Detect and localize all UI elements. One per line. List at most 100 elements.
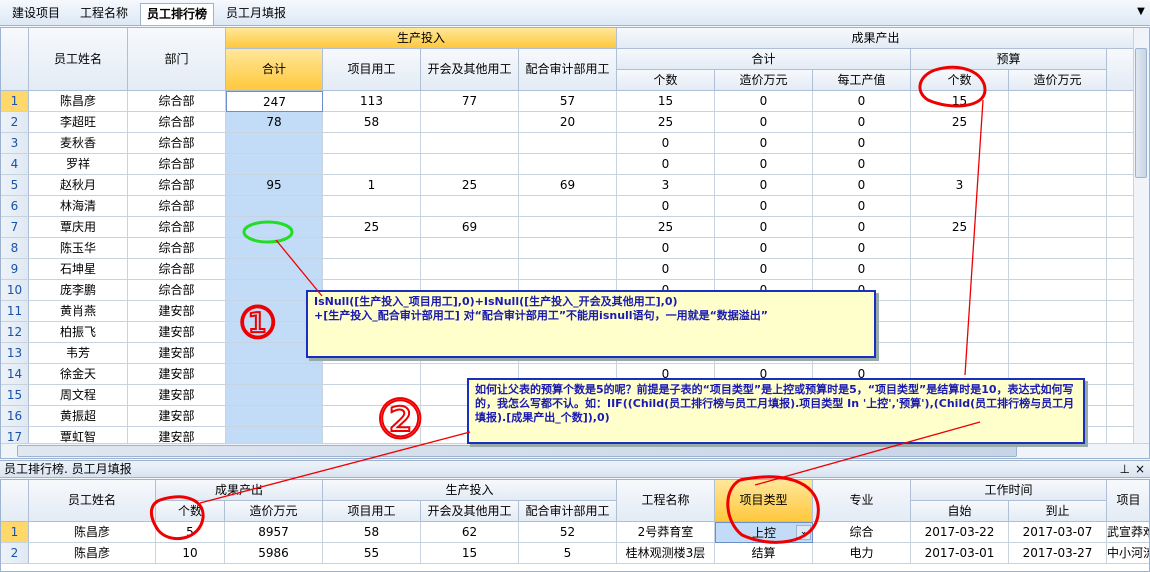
cell-per[interactable]: 0 xyxy=(813,91,911,112)
cell-bcnt[interactable]: 15 xyxy=(911,91,1009,112)
detail-cell-start[interactable]: 2017-03-01 xyxy=(911,543,1009,564)
cell-proj[interactable] xyxy=(323,406,421,427)
cell-cnt[interactable]: 0 xyxy=(617,133,715,154)
row-number[interactable]: 13 xyxy=(1,343,29,364)
row-number[interactable]: 11 xyxy=(1,301,29,322)
cell-dept[interactable]: 综合部 xyxy=(128,217,226,238)
cell-name[interactable]: 覃庆用 xyxy=(29,217,128,238)
cell-proj[interactable] xyxy=(323,364,421,385)
cell-bcost[interactable] xyxy=(1009,217,1107,238)
cell-bcnt[interactable] xyxy=(911,133,1009,154)
cell-per[interactable]: 0 xyxy=(813,133,911,154)
cell-total[interactable] xyxy=(226,364,323,385)
cell-cost[interactable]: 0 xyxy=(715,175,813,196)
cell-meet[interactable] xyxy=(421,196,519,217)
horizontal-scroll-thumb[interactable] xyxy=(17,445,1017,457)
detail-cell-cost[interactable]: 8957 xyxy=(225,522,323,543)
vertical-scroll-thumb[interactable] xyxy=(1135,48,1147,178)
pin-icon[interactable]: ⊥ xyxy=(1120,461,1130,477)
cell-name[interactable]: 石坤星 xyxy=(29,259,128,280)
cell-proj[interactable] xyxy=(323,196,421,217)
row-number[interactable]: 6 xyxy=(1,196,29,217)
cell-bcost[interactable] xyxy=(1009,91,1107,112)
cell-per[interactable]: 0 xyxy=(813,259,911,280)
cell-audit[interactable] xyxy=(519,196,617,217)
cell-proj[interactable] xyxy=(323,259,421,280)
cell-total[interactable] xyxy=(226,406,323,427)
row-number[interactable]: 3 xyxy=(1,133,29,154)
vertical-scrollbar[interactable] xyxy=(1133,28,1149,443)
cell-audit[interactable]: 20 xyxy=(519,112,617,133)
tab-employee-monthly[interactable]: 员工月填报 xyxy=(220,3,292,25)
cell-dept[interactable]: 综合部 xyxy=(128,280,226,301)
row-number[interactable]: 4 xyxy=(1,154,29,175)
detail-row-number[interactable]: 1 xyxy=(1,522,29,543)
cell-dept[interactable]: 建安部 xyxy=(128,406,226,427)
cell-bcnt[interactable] xyxy=(911,343,1009,364)
cell-total[interactable]: 95 xyxy=(226,175,323,196)
cell-cost[interactable]: 0 xyxy=(715,91,813,112)
cell-name[interactable]: 陈昌彦 xyxy=(29,91,128,112)
cell-total[interactable] xyxy=(226,196,323,217)
row-number[interactable]: 9 xyxy=(1,259,29,280)
cell-dept[interactable]: 综合部 xyxy=(128,91,226,112)
cell-total[interactable] xyxy=(226,217,323,238)
cell-per[interactable]: 0 xyxy=(813,154,911,175)
detail-cell-proj[interactable]: 58 xyxy=(323,522,421,543)
cell-meet[interactable] xyxy=(421,133,519,154)
cell-audit[interactable] xyxy=(519,154,617,175)
tab-employee-ranking[interactable]: 员工排行榜 xyxy=(140,3,215,25)
cell-audit[interactable] xyxy=(519,238,617,259)
cell-dept[interactable]: 建安部 xyxy=(128,364,226,385)
cell-total[interactable]: 247 xyxy=(226,91,323,112)
detail-cell-name[interactable]: 陈昌彦 xyxy=(29,543,156,564)
cell-per[interactable]: 0 xyxy=(813,238,911,259)
cell-dept[interactable]: 综合部 xyxy=(128,133,226,154)
cell-name[interactable]: 罗祥 xyxy=(29,154,128,175)
detail-cell-pname[interactable]: 2号莽育室 xyxy=(617,522,715,543)
cell-proj[interactable] xyxy=(323,133,421,154)
cell-dept[interactable]: 建安部 xyxy=(128,385,226,406)
cell-cost[interactable]: 0 xyxy=(715,238,813,259)
cell-meet[interactable]: 69 xyxy=(421,217,519,238)
cell-per[interactable]: 0 xyxy=(813,196,911,217)
detail-cell-extra[interactable]: 中小河流 xyxy=(1107,543,1149,564)
project-type-combo[interactable]: 上控 ⌄ xyxy=(715,522,813,543)
row-number[interactable]: 10 xyxy=(1,280,29,301)
detail-cell-spec[interactable]: 电力 xyxy=(813,543,911,564)
detail-cell-ptype[interactable]: 结算 xyxy=(715,543,813,564)
cell-dept[interactable]: 综合部 xyxy=(128,196,226,217)
row-number[interactable]: 5 xyxy=(1,175,29,196)
cell-total[interactable] xyxy=(226,154,323,175)
detail-cell-end[interactable]: 2017-03-07 xyxy=(1009,522,1107,543)
cell-bcnt[interactable] xyxy=(911,154,1009,175)
cell-name[interactable]: 徐金天 xyxy=(29,364,128,385)
cell-proj[interactable] xyxy=(323,238,421,259)
detail-cell-cnt[interactable]: 10 xyxy=(156,543,225,564)
cell-bcnt[interactable] xyxy=(911,238,1009,259)
cell-bcnt[interactable] xyxy=(911,259,1009,280)
cell-cnt[interactable]: 15 xyxy=(617,91,715,112)
cell-bcnt[interactable] xyxy=(911,196,1009,217)
cell-bcnt[interactable] xyxy=(911,322,1009,343)
cell-name[interactable]: 陈玉华 xyxy=(29,238,128,259)
detail-row-number[interactable]: 2 xyxy=(1,543,29,564)
cell-total[interactable] xyxy=(226,385,323,406)
detail-cell-cnt[interactable]: 5 xyxy=(156,522,225,543)
cell-meet[interactable] xyxy=(421,259,519,280)
cell-meet[interactable]: 77 xyxy=(421,91,519,112)
tab-project-name[interactable]: 工程名称 xyxy=(74,3,134,25)
cell-bcnt[interactable]: 25 xyxy=(911,112,1009,133)
row-number[interactable]: 16 xyxy=(1,406,29,427)
tab-dropdown-icon[interactable]: ▼ xyxy=(1135,6,1147,18)
close-icon[interactable]: × xyxy=(1135,461,1145,477)
cell-cnt[interactable]: 0 xyxy=(617,196,715,217)
cell-meet[interactable] xyxy=(421,238,519,259)
cell-audit[interactable]: 69 xyxy=(519,175,617,196)
horizontal-scrollbar[interactable] xyxy=(1,443,1149,458)
detail-cell-meet[interactable]: 62 xyxy=(421,522,519,543)
row-number[interactable]: 7 xyxy=(1,217,29,238)
cell-bcost[interactable] xyxy=(1009,133,1107,154)
detail-cell-audit[interactable]: 5 xyxy=(519,543,617,564)
detail-cell-pname[interactable]: 桂林观测楼3层 xyxy=(617,543,715,564)
